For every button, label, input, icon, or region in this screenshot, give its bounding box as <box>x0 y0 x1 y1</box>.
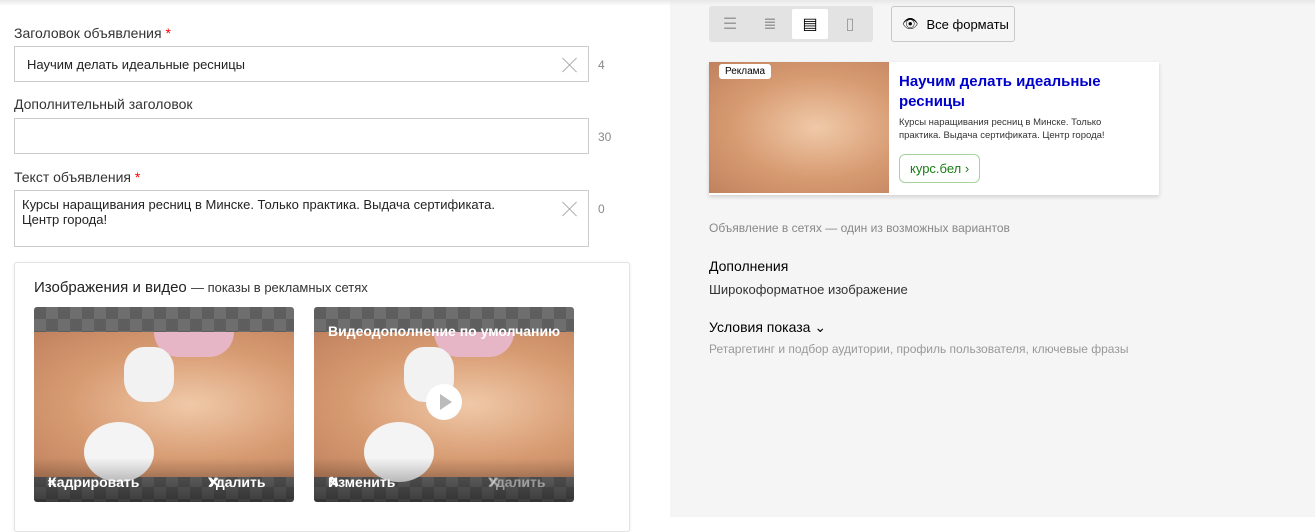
headline-input[interactable]: Научим делать идеальные ресницы <box>14 46 589 82</box>
media-title: Изображения и видео — показы в рекламных… <box>34 279 368 296</box>
image-thumbnail[interactable]: ⌗ Кадрировать ✕ Удалить <box>34 307 294 502</box>
text-label: Текст объявления * <box>14 169 141 185</box>
extras-value: Широкоформатное изображение <box>709 282 908 297</box>
video-title: Видеодополнение по умолчанию <box>328 323 561 339</box>
format-text-wide-icon[interactable]: ≣ <box>752 9 788 39</box>
subheadline-counter: 30 <box>598 130 612 144</box>
ad-badge: Реклама <box>719 64 772 79</box>
chevron-down-icon: ⌄ <box>814 319 827 335</box>
ad-preview: Реклама Научим делать идеальные ресницы … <box>709 62 1159 195</box>
ad-form: Заголовок объявления * Научим делать иде… <box>0 0 670 532</box>
clear-icon[interactable] <box>562 57 578 73</box>
text-input[interactable]: Курсы наращивания ресниц в Минске. Тольк… <box>14 190 589 247</box>
play-icon[interactable] <box>426 384 462 420</box>
subheadline-input[interactable] <box>14 118 589 154</box>
extras-title: Дополнения <box>709 258 789 274</box>
media-card: Изображения и видео — показы в рекламных… <box>14 262 630 532</box>
format-text-icon[interactable]: ☰ <box>712 9 748 39</box>
format-image-icon[interactable]: ▤ <box>792 9 828 39</box>
headline-counter: 4 <box>598 58 605 72</box>
headline-label: Заголовок объявления * <box>14 25 171 41</box>
all-formats-button[interactable]: 👁 Все форматы <box>891 6 1015 42</box>
ad-image: Реклама <box>709 62 889 193</box>
ad-link-button[interactable]: курс.бел › <box>899 154 981 183</box>
conditions-value: Ретаргетинг и подбор аудитории, профиль … <box>709 342 1129 356</box>
clear-icon[interactable] <box>562 201 578 217</box>
subheadline-label: Дополнительный заголовок <box>14 96 193 112</box>
format-mobile-icon[interactable]: ▯ <box>832 9 868 39</box>
preview-caption: Объявление в сетях — один из возможных в… <box>709 221 1010 235</box>
eye-icon: 👁 <box>902 16 919 31</box>
ad-text: Курсы наращивания ресниц в Минске. Тольк… <box>899 117 1105 141</box>
video-thumbnail[interactable]: Видеодополнение по умолчанию ✎ Изменить … <box>314 307 574 502</box>
ad-title[interactable]: Научим делать идеальные ресницы <box>899 72 1139 112</box>
conditions-toggle[interactable]: Условия показа ⌄ <box>709 319 826 336</box>
text-counter: 0 <box>598 202 605 216</box>
format-switcher: ☰ ≣ ▤ ▯ <box>709 6 873 42</box>
